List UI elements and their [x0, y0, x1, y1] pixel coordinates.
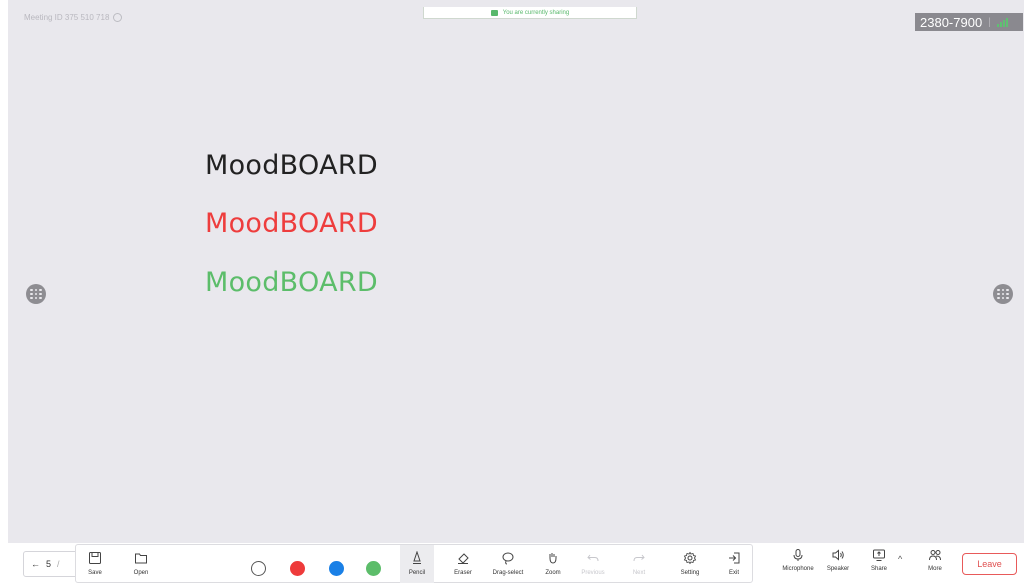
whiteboard-canvas[interactable]: Meeting ID 375 510 718 You are currently… — [8, 0, 1024, 543]
whiteboard-text-red[interactable]: MoodBOARD — [205, 208, 378, 239]
chevron-up-icon[interactable]: ^ — [898, 554, 902, 564]
meeting-id: Meeting ID 375 510 718 — [24, 13, 123, 22]
signal-strength-icon — [996, 17, 1008, 27]
color-blue-swatch[interactable] — [329, 561, 344, 576]
exit-button[interactable]: Exit — [722, 545, 746, 583]
whiteboard-toolbar: Save Open Pencil Eraser Drag-select Zoom — [75, 544, 753, 583]
gear-icon — [683, 551, 697, 565]
microphone-icon — [793, 549, 803, 561]
zoom-tool[interactable]: Zoom — [538, 545, 568, 583]
eraser-icon — [458, 553, 469, 564]
share-screen-icon — [873, 549, 885, 561]
speaker-icon — [832, 549, 844, 561]
share-button[interactable]: Share — [866, 548, 892, 572]
more-button[interactable]: More — [922, 548, 948, 572]
leave-button[interactable]: Leave — [962, 553, 1017, 575]
next-button[interactable]: Next — [624, 545, 654, 583]
redo-icon — [633, 554, 645, 562]
left-grid-menu-button[interactable] — [26, 284, 46, 304]
color-white-swatch[interactable] — [251, 561, 266, 576]
info-icon[interactable] — [113, 13, 123, 22]
pencil-tool[interactable]: Pencil — [400, 545, 434, 583]
arrow-left-icon[interactable]: ← — [31, 559, 40, 569]
lasso-icon — [502, 552, 514, 565]
hand-icon — [549, 553, 557, 564]
meeting-id-label: Meeting ID 375 510 718 — [24, 13, 110, 22]
open-button[interactable]: Open — [126, 545, 156, 583]
eraser-tool[interactable]: Eraser — [448, 545, 478, 583]
folder-icon — [135, 553, 147, 564]
undo-icon — [587, 554, 599, 562]
right-grid-menu-button[interactable] — [993, 284, 1013, 304]
save-button[interactable]: Save — [82, 545, 108, 583]
sharing-banner: You are currently sharing — [423, 7, 637, 19]
save-icon — [89, 552, 101, 564]
previous-button[interactable]: Previous — [576, 545, 610, 583]
meeting-code-badge: 2380-7900 | — [915, 13, 1023, 31]
whiteboard-text-black[interactable]: MoodBOARD — [205, 150, 378, 181]
speaker-button[interactable]: Speaker — [824, 548, 852, 572]
color-green-swatch[interactable] — [366, 561, 381, 576]
drag-select-tool[interactable]: Drag-select — [486, 545, 530, 583]
color-red-swatch[interactable] — [290, 561, 305, 576]
badge-separator: | — [988, 16, 991, 28]
screen-share-icon — [490, 9, 498, 16]
exit-icon — [729, 552, 740, 564]
sharing-banner-text: You are currently sharing — [502, 9, 570, 16]
whiteboard-text-green[interactable]: MoodBOARD — [205, 267, 378, 298]
bottom-bar: ← 5 / Save Open Pencil Eraser Drag-selec… — [0, 543, 1031, 586]
page-separator: / — [57, 559, 60, 569]
setting-button[interactable]: Setting — [674, 545, 706, 583]
pencil-icon — [413, 551, 421, 564]
meeting-code: 2380-7900 — [920, 14, 983, 30]
participants-icon — [929, 550, 941, 561]
page-navigator[interactable]: ← 5 / — [23, 551, 78, 577]
microphone-button[interactable]: Microphone — [780, 548, 816, 572]
page-number: 5 — [46, 559, 52, 569]
